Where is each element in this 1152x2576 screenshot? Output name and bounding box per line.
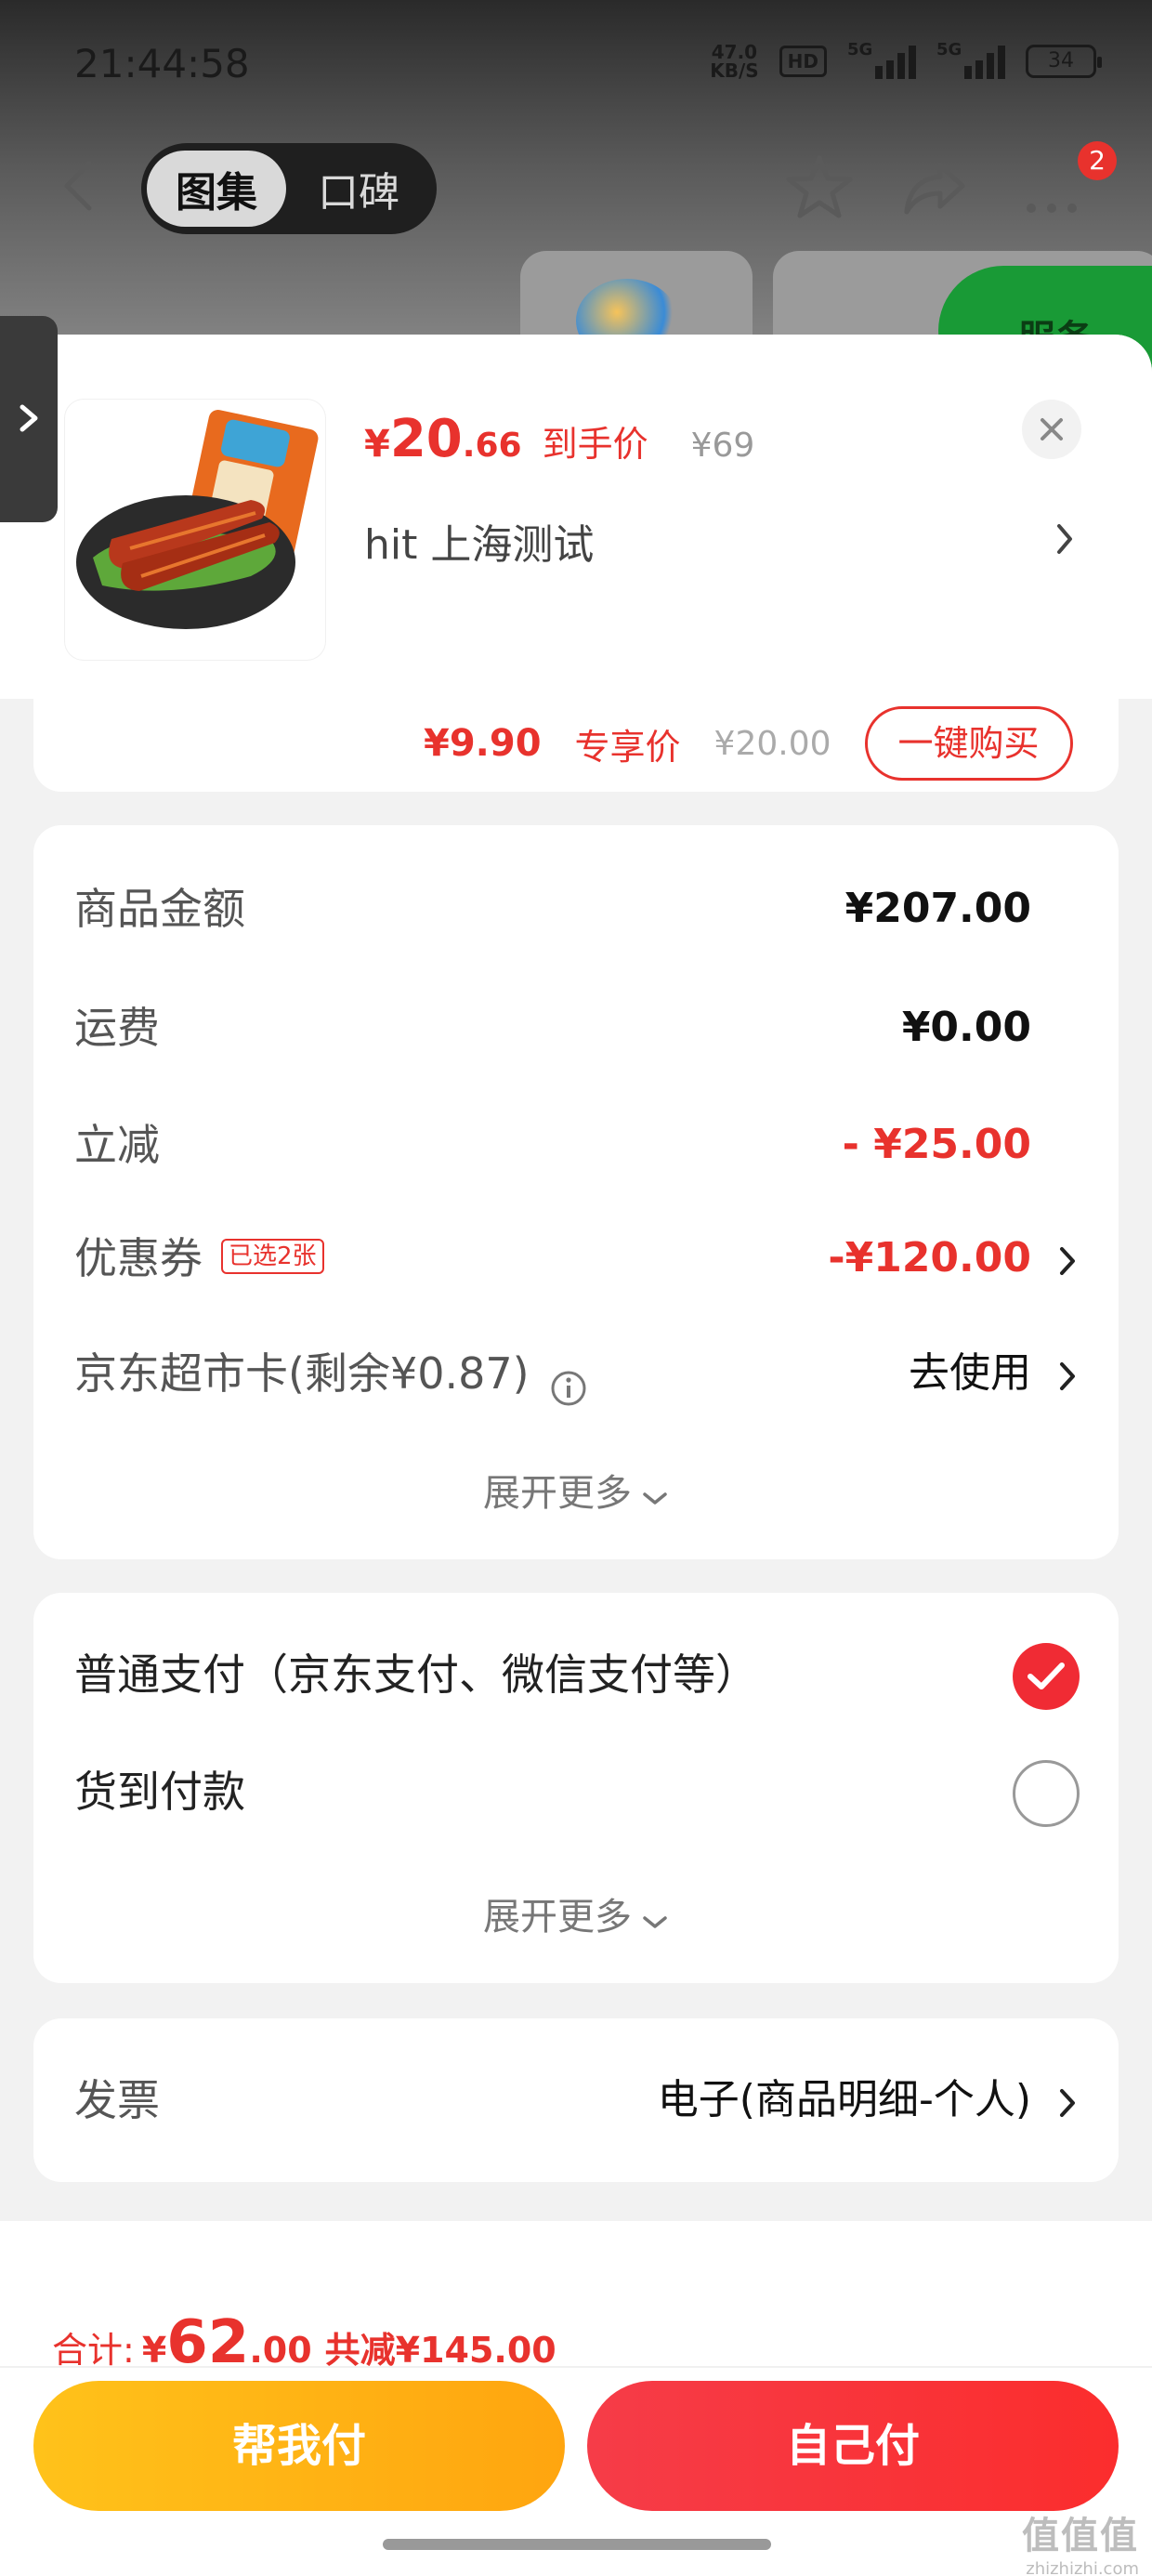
peek-offer-row: ¥9.90 专享价 ¥20.00 一键购买 bbox=[424, 706, 1073, 781]
pay-myself-button[interactable]: 自己付 bbox=[587, 2381, 1119, 2511]
checkout-bar: 合计: ¥ 62 .00 共减¥145.00 帮我付 自己付 值值值 zhizh… bbox=[0, 2221, 1152, 2576]
chevron-right-icon[interactable] bbox=[1054, 520, 1076, 561]
product-name[interactable]: hit 上海测试 bbox=[364, 511, 594, 571]
product-header: ¥ 20 .66 到手价 ¥69 hit 上海测试 bbox=[0, 335, 1152, 699]
side-drawer-tab[interactable] bbox=[0, 316, 58, 522]
chevron-right-icon bbox=[1057, 2087, 1078, 2123]
total-saved: 共减¥145.00 bbox=[324, 2330, 556, 2371]
back-icon[interactable] bbox=[56, 158, 102, 214]
signal-icon-2: 5G bbox=[936, 40, 1005, 79]
network-speed: 47.0 KB/S bbox=[710, 41, 759, 82]
product-image[interactable] bbox=[65, 400, 325, 660]
star-icon[interactable] bbox=[784, 152, 855, 223]
chevron-right-icon bbox=[1057, 1245, 1078, 1281]
product-price: ¥ 20 .66 到手价 ¥69 bbox=[364, 409, 755, 469]
price-tag: 到手价 bbox=[542, 424, 648, 465]
battery-icon: 34 bbox=[1026, 45, 1102, 78]
pay-for-me-button[interactable]: 帮我付 bbox=[33, 2381, 565, 2511]
payment-option-normal[interactable]: 普通支付（京东支付、微信支付等） bbox=[74, 1641, 758, 1702]
radio-unselected-icon[interactable] bbox=[1013, 1760, 1080, 1827]
nav-bar: 图集 口碑 bbox=[0, 130, 1152, 242]
radio-selected-icon[interactable] bbox=[1013, 1643, 1080, 1710]
summary-row-supermarket-card[interactable]: 京东超市卡(剩余¥0.87) 去使用 bbox=[74, 1336, 1078, 1411]
hd-icon: HD bbox=[779, 46, 827, 77]
payment-option-cod[interactable]: 货到付款 bbox=[74, 1758, 245, 1820]
chevron-right-icon bbox=[1057, 1360, 1078, 1396]
info-icon[interactable] bbox=[550, 1355, 587, 1405]
invoice-card[interactable]: 发票 电子(商品明细-个人) bbox=[33, 2018, 1119, 2182]
invoice-row: 发票 电子(商品明细-个人) bbox=[74, 2063, 1078, 2137]
watermark: 值值值 zhizhizhi.com bbox=[1022, 2515, 1139, 2576]
status-bar: 21:44:58 47.0 KB/S HD 5G 5G 34 bbox=[0, 0, 1152, 130]
use-card-link[interactable]: 去使用 bbox=[909, 1336, 1031, 1411]
summary-row-discount: 立减 - ¥25.00 bbox=[74, 1120, 1031, 1170]
payment-method-card: 普通支付（京东支付、微信支付等） 货到付款 展开更多 bbox=[33, 1593, 1119, 1983]
summary-row-shipping: 运费 ¥0.00 bbox=[74, 1003, 1031, 1053]
order-summary-card: 商品金额 ¥207.00 运费 ¥0.00 立减 - ¥25.00 优惠券 已选2… bbox=[33, 825, 1119, 1559]
notification-badge: 2 bbox=[1078, 141, 1117, 180]
summary-row-goods: 商品金额 ¥207.00 bbox=[74, 884, 1031, 934]
tab-reviews[interactable]: 口碑 bbox=[286, 159, 431, 218]
view-switcher: 图集 口碑 bbox=[141, 143, 437, 234]
chevron-down-icon bbox=[641, 1474, 669, 1517]
original-price: ¥69 bbox=[690, 427, 755, 465]
coupon-chip: 已选2张 bbox=[221, 1238, 324, 1274]
close-icon[interactable] bbox=[1022, 400, 1081, 459]
invoice-value: 电子(商品明细-个人) bbox=[657, 2076, 1031, 2123]
home-indicator[interactable] bbox=[383, 2539, 771, 2550]
chevron-down-icon bbox=[641, 1898, 669, 1940]
expand-more-payment[interactable]: 展开更多 bbox=[33, 1886, 1119, 1940]
status-time: 21:44:58 bbox=[74, 41, 250, 86]
summary-row-coupon[interactable]: 优惠券 已选2张 -¥120.00 bbox=[74, 1221, 1078, 1295]
divider bbox=[0, 2366, 1152, 2368]
expand-more-summary[interactable]: 展开更多 bbox=[33, 1463, 1119, 1517]
tab-gallery[interactable]: 图集 bbox=[147, 151, 286, 227]
status-icons: 47.0 KB/S HD 5G 5G 34 bbox=[710, 40, 1102, 82]
one-click-buy-button[interactable]: 一键购买 bbox=[864, 706, 1073, 781]
share-icon[interactable] bbox=[899, 152, 970, 223]
signal-icon: 5G bbox=[847, 40, 916, 79]
